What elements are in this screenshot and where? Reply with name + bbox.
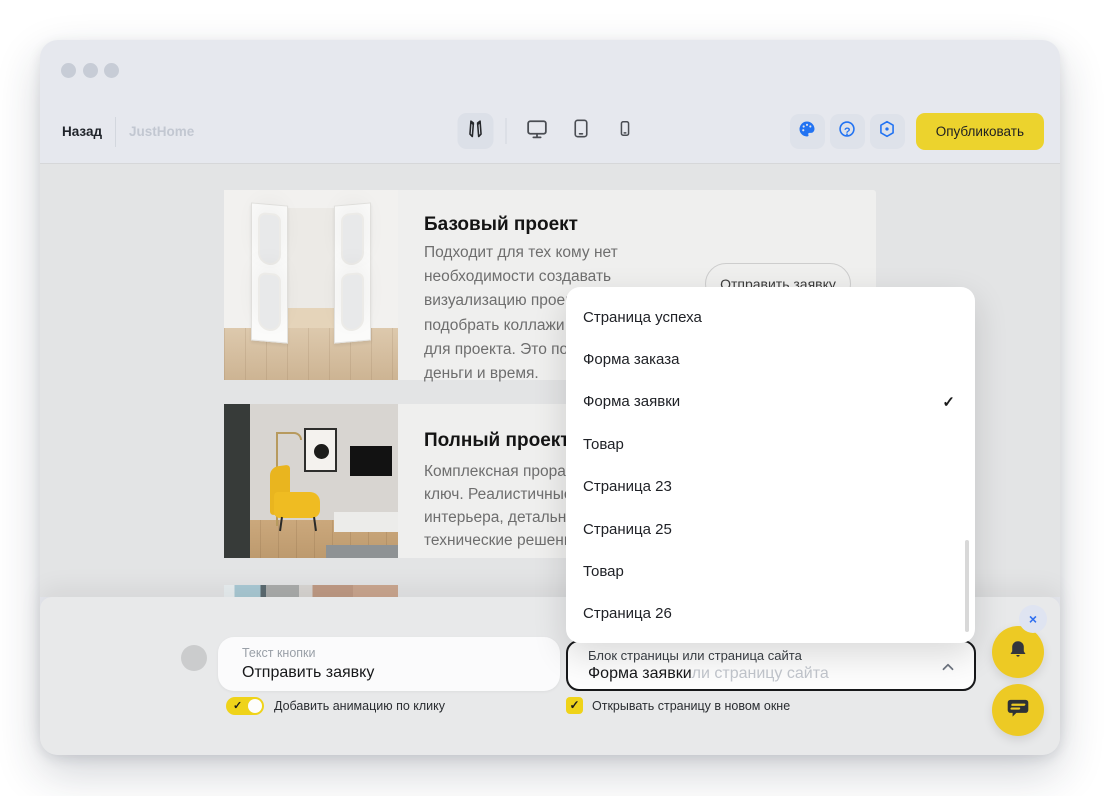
chat-button[interactable] — [992, 684, 1044, 736]
page-select-ghost-text: ли страницу сайта — [692, 665, 829, 682]
dropdown-item-label: Форма заказа — [583, 351, 955, 368]
page-select-value: Форма заявки — [588, 665, 692, 682]
phone-icon — [615, 119, 634, 143]
bell-icon — [1006, 638, 1030, 667]
tablet-preview-button[interactable] — [563, 113, 599, 149]
new-window-checkbox[interactable]: ✓ — [566, 697, 583, 714]
notifications-button[interactable] — [992, 626, 1044, 678]
card-image-third-sliver — [224, 585, 398, 597]
dropdown-list: Страница успеха ✓ Форма заказа ✓ Форма з… — [566, 296, 975, 635]
device-divider — [506, 118, 507, 144]
design-settings-button[interactable] — [790, 114, 825, 149]
site-settings-button[interactable] — [870, 114, 905, 149]
toolbar-left: Назад JustHome — [62, 113, 194, 150]
dropdown-item[interactable]: Страница 23 ✓ — [566, 466, 975, 508]
toolbar-divider — [115, 117, 116, 147]
dropdown-item-label: Страница 26 — [583, 605, 955, 622]
button-text-value: Отправить заявку — [242, 664, 374, 682]
window-dot-3[interactable] — [104, 63, 119, 78]
project-name: JustHome — [129, 124, 194, 139]
dropdown-item-label: Страница успеха — [583, 309, 955, 326]
crossed-pencils-icon — [465, 118, 487, 145]
toolbar-right: ? Опубликовать — [790, 113, 1044, 150]
back-button[interactable]: Назад — [62, 124, 102, 139]
edit-mode-button[interactable] — [458, 113, 494, 149]
window-dot-2[interactable] — [83, 63, 98, 78]
dropdown-item-label: Форма заявки — [583, 393, 942, 410]
builder-window: Назад JustHome — [40, 40, 1060, 755]
tablet-icon — [569, 117, 592, 145]
dropdown-item-label: Страница 25 — [583, 521, 955, 538]
dropdown-item-label: Товар — [583, 436, 955, 453]
dropdown-item[interactable]: Форма заявки ✓ — [566, 381, 975, 423]
dropdown-item[interactable]: Товар ✓ — [566, 423, 975, 465]
new-window-checkbox-row: ✓ Открывать страницу в новом окне — [566, 697, 790, 714]
help-button[interactable]: ? — [830, 114, 865, 149]
new-window-checkbox-label: Открывать страницу в новом окне — [592, 699, 790, 713]
dropdown-item[interactable]: Страница 26 ✓ — [566, 593, 975, 635]
card-image-full — [224, 404, 398, 558]
publish-button[interactable]: Опубликовать — [916, 113, 1044, 150]
page-select-label: Блок страницы или страница сайта — [588, 648, 802, 663]
button-text-label: Текст кнопки — [242, 646, 316, 660]
chevron-up-icon — [938, 657, 958, 682]
chat-bubble-icon — [1005, 695, 1031, 726]
card-title: Базовый проект — [424, 214, 578, 236]
toggle-check-icon: ✓ — [233, 699, 242, 712]
close-icon: × — [1029, 611, 1037, 627]
card-title: Полный проект — [424, 430, 570, 452]
hexagon-settings-icon — [877, 119, 897, 144]
help-question-glyph: ? — [844, 126, 851, 138]
card-image-basic — [224, 190, 398, 380]
button-text-field[interactable]: Текст кнопки Отправить заявку — [218, 637, 560, 691]
palette-icon — [797, 119, 817, 144]
monitor-icon — [524, 116, 549, 146]
drag-handle[interactable] — [181, 645, 207, 671]
page-select-dropdown: Страница успеха ✓ Форма заказа ✓ Форма з… — [566, 287, 975, 643]
dropdown-item[interactable]: Форма заказа ✓ — [566, 338, 975, 380]
checkbox-check-icon: ✓ — [570, 698, 580, 712]
desktop-preview-button[interactable] — [519, 113, 555, 149]
dropdown-item[interactable]: Страница успеха ✓ — [566, 296, 975, 338]
dropdown-item[interactable]: Страница 25 ✓ — [566, 508, 975, 550]
dropdown-item-label: Страница 23 — [583, 478, 955, 495]
device-switcher — [458, 113, 643, 149]
window-dot-1[interactable] — [61, 63, 76, 78]
page-select-field[interactable]: Блок страницы или страница сайта Форма з… — [566, 640, 976, 691]
page-select-value-row: Форма заявкили страницу сайта — [588, 665, 829, 683]
dropdown-item[interactable]: Товар ✓ — [566, 550, 975, 592]
close-widgets-button[interactable]: × — [1019, 605, 1047, 633]
screen: Назад JustHome — [0, 0, 1104, 796]
mobile-preview-button[interactable] — [607, 113, 643, 149]
dropdown-scrollbar[interactable] — [965, 540, 969, 632]
animation-toggle[interactable]: ✓ — [226, 697, 264, 715]
animation-toggle-row: ✓ Добавить анимацию по клику — [226, 697, 445, 715]
animation-toggle-label: Добавить анимацию по клику — [274, 699, 445, 713]
dropdown-item-label: Товар — [583, 563, 955, 580]
checkmark-icon: ✓ — [942, 393, 955, 411]
toggle-knob — [248, 699, 262, 713]
